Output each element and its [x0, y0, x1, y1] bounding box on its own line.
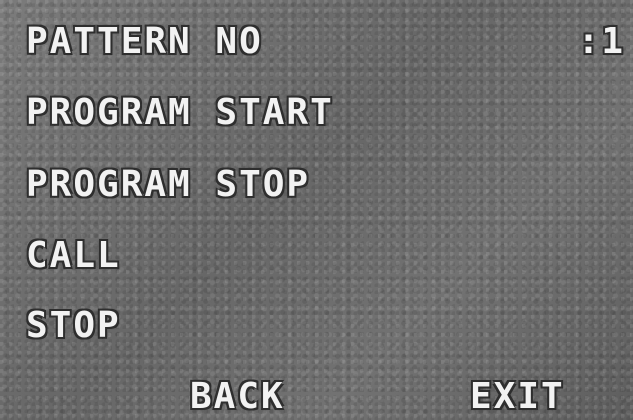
program-start-item[interactable]: PROGRAM START: [26, 93, 334, 133]
osd-screen: PATTERN NO :1 PROGRAM START PROGRAM STOP…: [0, 0, 633, 420]
exit-button[interactable]: EXIT: [470, 377, 565, 417]
pattern-no-value[interactable]: :1: [578, 22, 625, 62]
program-stop-item[interactable]: PROGRAM STOP: [26, 165, 310, 205]
back-button[interactable]: BACK: [190, 377, 285, 417]
stop-item[interactable]: STOP: [26, 306, 121, 346]
pattern-no-item[interactable]: PATTERN NO: [26, 22, 263, 62]
call-item[interactable]: CALL: [26, 236, 121, 276]
